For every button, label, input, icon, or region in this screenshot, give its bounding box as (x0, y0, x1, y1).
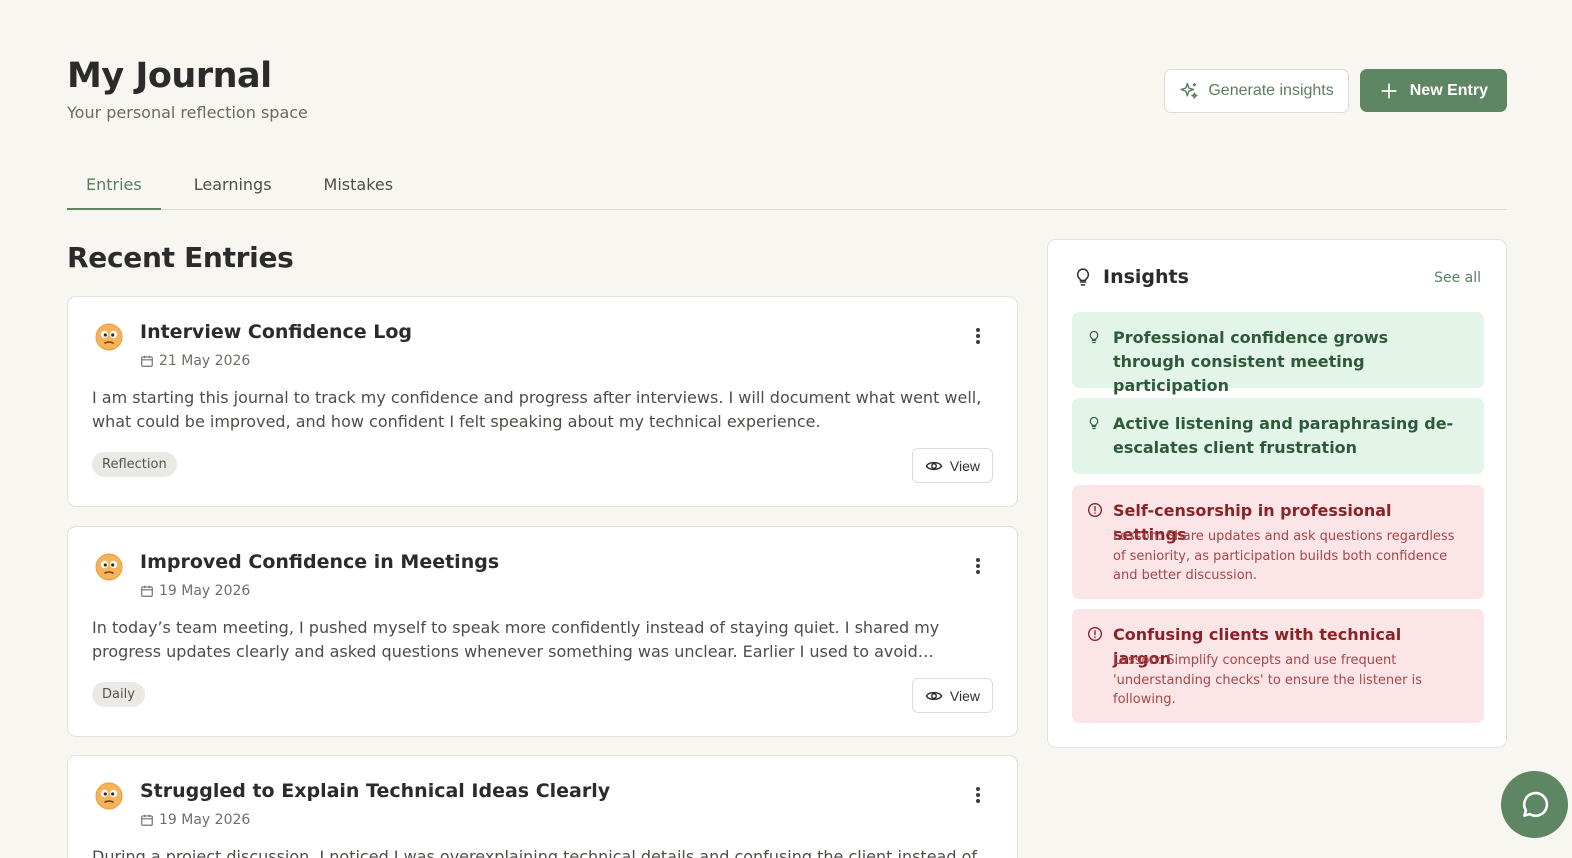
entry-title: Improved Confidence in Meetings (140, 551, 500, 573)
more-vertical-icon (976, 787, 980, 791)
eye-icon (925, 461, 943, 470)
insights-panel: Insights See all Professional confidence… (1047, 239, 1507, 748)
entry-excerpt: In today’s team meeting, I pushed myself… (92, 618, 940, 661)
more-vertical-icon (976, 558, 980, 562)
mistake-lesson: Lesson: Share updates and ask questions … (1113, 529, 1455, 583)
entry-excerpt: During a project discussion, I noticed I… (92, 847, 977, 858)
entry-excerpt: I am starting this journal to track my c… (92, 388, 982, 431)
see-all-link[interactable]: See all (1434, 270, 1481, 286)
chat-button[interactable] (1501, 771, 1568, 838)
tab-entries[interactable]: Entries (67, 165, 161, 210)
lightbulb-icon (1089, 416, 1099, 430)
generate-insights-button[interactable]: Generate insights (1164, 69, 1349, 113)
entry-date-text: 21 May 2026 (159, 353, 251, 369)
header-actions: Generate insights New Entry (1164, 69, 1507, 113)
alert-circle-icon (1088, 503, 1102, 517)
learning-card[interactable]: Active listening and paraphrasing de-esc… (1072, 398, 1484, 474)
learning-card[interactable]: Professional confidence grows through co… (1072, 312, 1484, 395)
new-entry-button[interactable]: New Entry (1359, 69, 1507, 112)
entry-date: 19 May 2026 (140, 812, 250, 828)
face-emoji-icon (95, 323, 123, 351)
calendar-icon (141, 585, 153, 597)
section-title: Recent Entries (67, 241, 294, 274)
face-emoji-icon (95, 782, 123, 810)
entry-date: 19 May 2026 (140, 583, 250, 599)
lightbulb-icon (1089, 330, 1099, 344)
calendar-icon (141, 355, 153, 367)
entry-tag: Reflection (92, 452, 177, 477)
alert-circle-icon (1088, 627, 1102, 641)
view-entry-button[interactable]: View (911, 448, 993, 483)
face-emoji-icon (95, 553, 123, 581)
eye-icon (925, 691, 943, 700)
entry-date-text: 19 May 2026 (159, 583, 251, 599)
calendar-icon (141, 814, 153, 826)
entry-card[interactable]: Improved Confidence in Meetings 19 May 2… (67, 526, 1018, 737)
new-entry-label: New Entry (1409, 81, 1488, 99)
entry-tag: Daily (92, 682, 145, 707)
plus-icon (1381, 82, 1397, 99)
tab-bar: Entries Learnings Mistakes (67, 165, 1507, 210)
more-vertical-icon (976, 328, 980, 332)
chat-bubble-icon (1522, 791, 1548, 817)
learning-title: Active listening and paraphrasing de-esc… (1113, 414, 1454, 457)
entry-date-text: 19 May 2026 (159, 812, 251, 828)
sparkles-icon (1180, 82, 1198, 99)
entry-menu-button[interactable] (969, 557, 987, 575)
entry-title: Interview Confidence Log (140, 321, 413, 343)
mistake-card[interactable]: Confusing clients with technical jargon … (1072, 609, 1484, 723)
lightbulb-icon (1077, 268, 1089, 286)
view-entry-button[interactable]: View (911, 678, 993, 713)
insights-header: Insights (1073, 266, 1189, 288)
page-header: My Journal Your personal reflection spac… (67, 54, 1507, 134)
entry-title: Struggled to Explain Technical Ideas Cle… (140, 780, 611, 802)
entry-card[interactable]: Struggled to Explain Technical Ideas Cle… (67, 755, 1018, 858)
entry-date: 21 May 2026 (140, 353, 250, 369)
view-label: View (949, 457, 980, 474)
mistake-lesson: Lesson: Simplify concepts and use freque… (1113, 653, 1423, 707)
view-label: View (949, 687, 980, 704)
entry-card[interactable]: Interview Confidence Log 21 May 2026 I a… (67, 296, 1018, 507)
tab-learnings[interactable]: Learnings (175, 165, 291, 210)
generate-insights-label: Generate insights (1208, 82, 1334, 99)
tab-mistakes[interactable]: Mistakes (305, 165, 413, 210)
insights-title: Insights (1103, 266, 1189, 288)
journal-page: My Journal Your personal reflection spac… (0, 0, 1572, 858)
learning-title: Professional confidence grows through co… (1113, 328, 1389, 395)
entry-menu-button[interactable] (969, 327, 987, 345)
mistake-card[interactable]: Self-censorship in professional settings… (1072, 485, 1484, 599)
entry-menu-button[interactable] (969, 786, 987, 804)
